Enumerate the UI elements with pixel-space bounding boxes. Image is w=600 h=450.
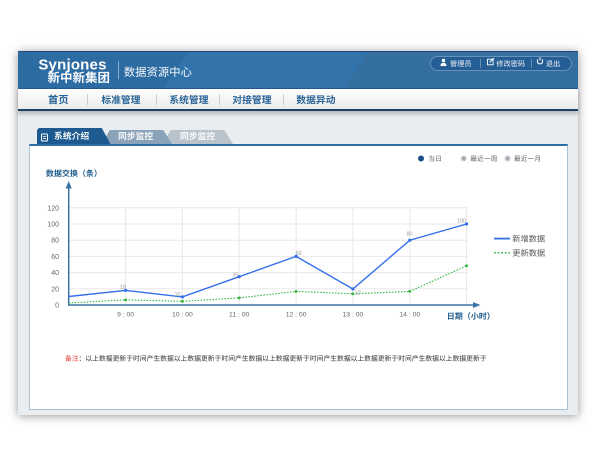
svg-text:20: 20 [51, 286, 59, 293]
svg-text:10: 10 [354, 291, 360, 297]
svg-text:35: 35 [232, 272, 238, 278]
svg-text:13 : 00: 13 : 00 [343, 312, 364, 319]
svg-text:60: 60 [295, 251, 301, 257]
svg-text:11 : 00: 11 : 00 [229, 312, 250, 319]
svg-text:14 : 00: 14 : 00 [399, 312, 420, 319]
svg-text:40: 40 [51, 270, 59, 277]
svg-text:9 : 00: 9 : 00 [117, 312, 134, 319]
svg-text:0: 0 [55, 303, 59, 310]
svg-text:60: 60 [51, 254, 59, 261]
svg-text:Synjones: Synjones [38, 57, 106, 74]
svg-text:100: 100 [47, 222, 59, 229]
svg-text:12 : 00: 12 : 00 [286, 312, 307, 319]
svg-text:120: 120 [47, 205, 59, 212]
svg-text:10: 10 [174, 292, 180, 298]
svg-text:80: 80 [51, 238, 59, 245]
svg-text:10 : 00: 10 : 00 [172, 312, 193, 319]
svg-text:100: 100 [457, 219, 466, 225]
svg-text:18: 18 [120, 284, 126, 290]
svg-text:80: 80 [406, 231, 412, 237]
